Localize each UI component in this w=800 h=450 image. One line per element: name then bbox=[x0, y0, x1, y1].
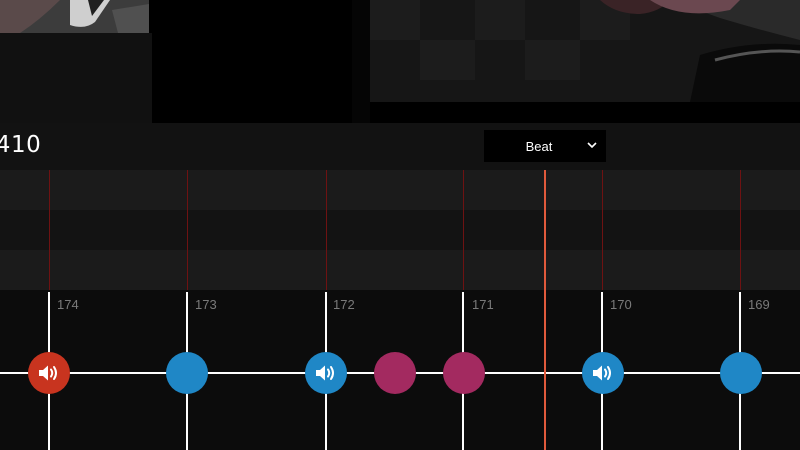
lane-beat-line bbox=[326, 170, 327, 290]
note-sound[interactable] bbox=[582, 352, 624, 394]
note-sound[interactable] bbox=[305, 352, 347, 394]
note-circle[interactable] bbox=[374, 352, 416, 394]
speaker-icon bbox=[593, 365, 611, 381]
background-art bbox=[370, 0, 800, 102]
beat-label: 170 bbox=[610, 297, 632, 312]
lane-beat-line bbox=[49, 170, 50, 290]
note-circle[interactable] bbox=[443, 352, 485, 394]
thumbnail-art bbox=[0, 0, 149, 33]
note-circle[interactable] bbox=[166, 352, 208, 394]
beat-label: 174 bbox=[57, 297, 79, 312]
speaker-icon bbox=[316, 365, 334, 381]
lane-row[interactable] bbox=[0, 170, 800, 210]
preview-thumbnail-left bbox=[0, 0, 149, 33]
lane-beat-line bbox=[463, 170, 464, 290]
lane-beat-line bbox=[187, 170, 188, 290]
snap-dropdown[interactable]: Beat bbox=[484, 130, 606, 162]
chevron-down-icon bbox=[587, 142, 597, 149]
time-readout: .410 bbox=[0, 132, 42, 158]
preview-divider bbox=[352, 0, 370, 123]
beat-label: 171 bbox=[472, 297, 494, 312]
speaker-icon bbox=[39, 365, 57, 381]
timeline-header bbox=[0, 123, 800, 170]
snap-dropdown-value: Beat bbox=[525, 139, 553, 154]
preview-panel-lower bbox=[0, 33, 152, 123]
note-circle[interactable] bbox=[720, 352, 762, 394]
lane-beat-line bbox=[740, 170, 741, 290]
beat-label: 169 bbox=[748, 297, 770, 312]
lane-row[interactable] bbox=[0, 250, 800, 290]
lane-beat-line bbox=[602, 170, 603, 290]
lane-row[interactable] bbox=[0, 210, 800, 250]
beat-label: 173 bbox=[195, 297, 217, 312]
preview-background-right bbox=[370, 0, 800, 102]
note-sound[interactable] bbox=[28, 352, 70, 394]
beat-label: 172 bbox=[333, 297, 355, 312]
playhead[interactable] bbox=[544, 170, 546, 450]
